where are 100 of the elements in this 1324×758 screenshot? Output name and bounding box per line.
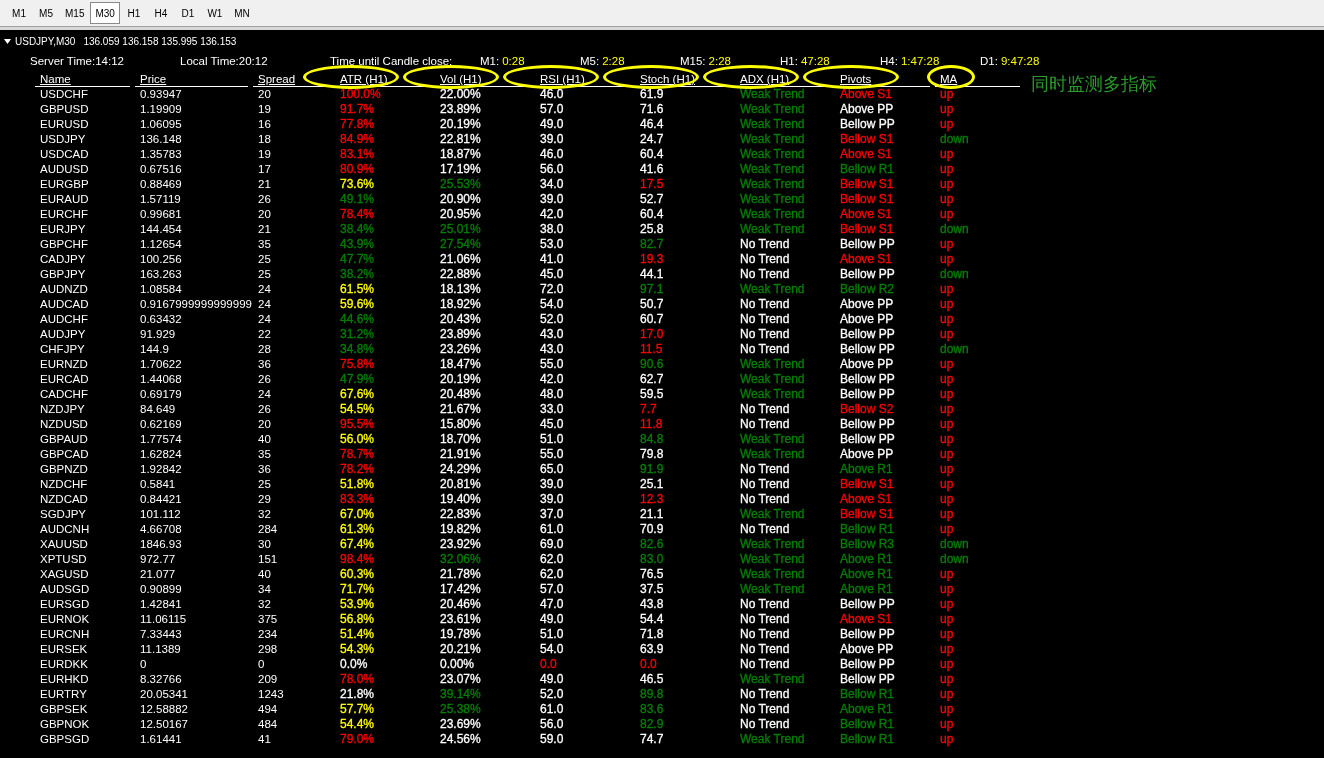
ma-cell: up xyxy=(940,657,954,671)
rsi-cell: 42.0 xyxy=(540,207,564,221)
symbol-cell-text: GBPCAD xyxy=(39,447,90,462)
ma-cell: up xyxy=(940,372,954,386)
ma-cell: up xyxy=(940,357,954,371)
pivot-cell: Bellow PP xyxy=(840,627,895,641)
atr-cell: 31.2% xyxy=(340,327,375,341)
ma-cell: up xyxy=(940,177,954,191)
ma-cell: up xyxy=(940,732,954,746)
pivot-cell: Above R1 xyxy=(840,567,893,581)
symbol-cell-text: EURUSD xyxy=(39,117,90,132)
symbol-cell-text: EURTRY xyxy=(39,687,88,702)
rsi-cell: 54.0 xyxy=(540,642,564,656)
symbol-cell-text: EURAUD xyxy=(39,192,90,207)
price-cell-text: 0.62169 xyxy=(139,417,183,432)
price-cell-text: 12.50167 xyxy=(139,717,189,732)
column-header: Spread xyxy=(253,72,330,87)
symbol-cell-text: EURDKK xyxy=(39,657,89,672)
timeframe-button[interactable]: H4 xyxy=(147,2,174,24)
timeframe-button[interactable]: M5 xyxy=(33,2,59,24)
symbol-cell: USDCHF xyxy=(35,87,135,102)
spread-cell-text: 21 xyxy=(257,177,272,192)
atr-cell: 47.9% xyxy=(340,372,375,386)
rsi-cell: 61.0 xyxy=(540,702,564,716)
timeframe-button[interactable]: W1 xyxy=(201,2,228,24)
adx-cell: Weak Trend xyxy=(740,177,805,191)
rsi-cell: 46.0 xyxy=(540,147,564,161)
atr-cell: 67.6% xyxy=(340,387,375,401)
volume-cell: 39.14% xyxy=(440,687,481,701)
spread-cell-text: 298 xyxy=(257,642,279,657)
ma-cell: up xyxy=(940,597,954,611)
pivot-cell: Bellow S1 xyxy=(840,507,894,521)
rsi-cell: 46.0 xyxy=(540,87,564,101)
rsi-cell: 56.0 xyxy=(540,162,564,176)
spread-cell-text: 25 xyxy=(257,267,272,282)
symbol-cell-text: EURNOK xyxy=(39,612,91,627)
timeframe-button[interactable]: M15 xyxy=(60,2,90,24)
rsi-cell: 52.0 xyxy=(540,687,564,701)
stoch-cell: 21.1 xyxy=(640,507,664,521)
ma-cell: up xyxy=(940,717,954,731)
pivot-cell: Bellow PP xyxy=(840,372,895,386)
price-cell-text: 1846.93 xyxy=(139,537,183,552)
stoch-cell: 44.1 xyxy=(640,267,664,281)
stoch-cell: 7.7 xyxy=(640,402,657,416)
atr-cell: 67.4% xyxy=(340,537,375,551)
adx-cell: No Trend xyxy=(740,612,790,626)
volume-cell: 17.42% xyxy=(440,582,481,596)
timeframe-button[interactable]: H1 xyxy=(120,2,147,24)
pivot-cell: Above PP xyxy=(840,357,894,371)
spread-cell-text: 21 xyxy=(257,222,272,237)
atr-cell: 38.2% xyxy=(340,267,375,281)
atr-cell: 34.8% xyxy=(340,342,375,356)
price-cell-text: 0.84421 xyxy=(139,492,183,507)
adx-cell: No Trend xyxy=(740,717,790,731)
pivot-cell: Bellow PP xyxy=(840,117,895,131)
symbol-cell-text: GBPCHF xyxy=(39,237,89,252)
adx-cell: No Trend xyxy=(740,297,790,311)
stoch-cell: 52.7 xyxy=(640,192,664,206)
adx-cell: Weak Trend xyxy=(740,582,805,596)
timeframe-button[interactable]: M30 xyxy=(90,2,120,24)
ma-cell: up xyxy=(940,402,954,416)
rsi-cell: 57.0 xyxy=(540,582,564,596)
timeframe-button[interactable]: MN xyxy=(228,2,255,24)
atr-cell: 73.6% xyxy=(340,177,375,191)
rsi-cell: 49.0 xyxy=(540,672,564,686)
price-cell-text: 1.12654 xyxy=(139,237,183,252)
rsi-cell: 55.0 xyxy=(540,447,564,461)
spread-cell-text: 151 xyxy=(257,552,279,567)
adx-cell: No Trend xyxy=(740,687,790,701)
symbol-cell-text: NZDCAD xyxy=(39,492,89,507)
ma-cell: up xyxy=(940,237,954,251)
ma-cell: up xyxy=(940,192,954,206)
stoch-cell: 89.8 xyxy=(640,687,664,701)
price-cell-text: 1.06095 xyxy=(139,117,183,132)
ma-cell: up xyxy=(940,297,954,311)
pivot-cell: Above S1 xyxy=(840,252,893,266)
price-cell-text: 1.70622 xyxy=(139,357,183,372)
price-cell-text: 0.99681 xyxy=(139,207,183,222)
stoch-cell: 60.4 xyxy=(640,207,664,221)
timeframe-button[interactable]: M1 xyxy=(6,2,32,24)
price-cell-text: 7.33443 xyxy=(139,627,183,642)
rsi-cell: 37.0 xyxy=(540,507,564,521)
pivot-cell: Bellow PP xyxy=(840,672,895,686)
symbol-cell-text: XAUUSD xyxy=(39,537,89,552)
volume-cell: 23.89% xyxy=(440,327,481,341)
volume-cell: 20.90% xyxy=(440,192,481,206)
ma-cell: up xyxy=(940,252,954,266)
volume-cell: 20.95% xyxy=(440,207,481,221)
pivot-cell: Bellow S1 xyxy=(840,192,894,206)
timeframe-button[interactable]: D1 xyxy=(174,2,201,24)
pivot-cell: Bellow S2 xyxy=(840,402,894,416)
spread-cell-text: 17 xyxy=(257,162,272,177)
rsi-cell: 45.0 xyxy=(540,267,564,281)
adx-cell: No Trend xyxy=(740,522,790,536)
atr-cell: 21.8% xyxy=(340,687,375,701)
volume-cell: 19.82% xyxy=(440,522,481,536)
atr-cell: 77.8% xyxy=(340,117,375,131)
adx-cell: Weak Trend xyxy=(740,507,805,521)
atr-cell: 78.2% xyxy=(340,462,375,476)
adx-cell: Weak Trend xyxy=(740,537,805,551)
